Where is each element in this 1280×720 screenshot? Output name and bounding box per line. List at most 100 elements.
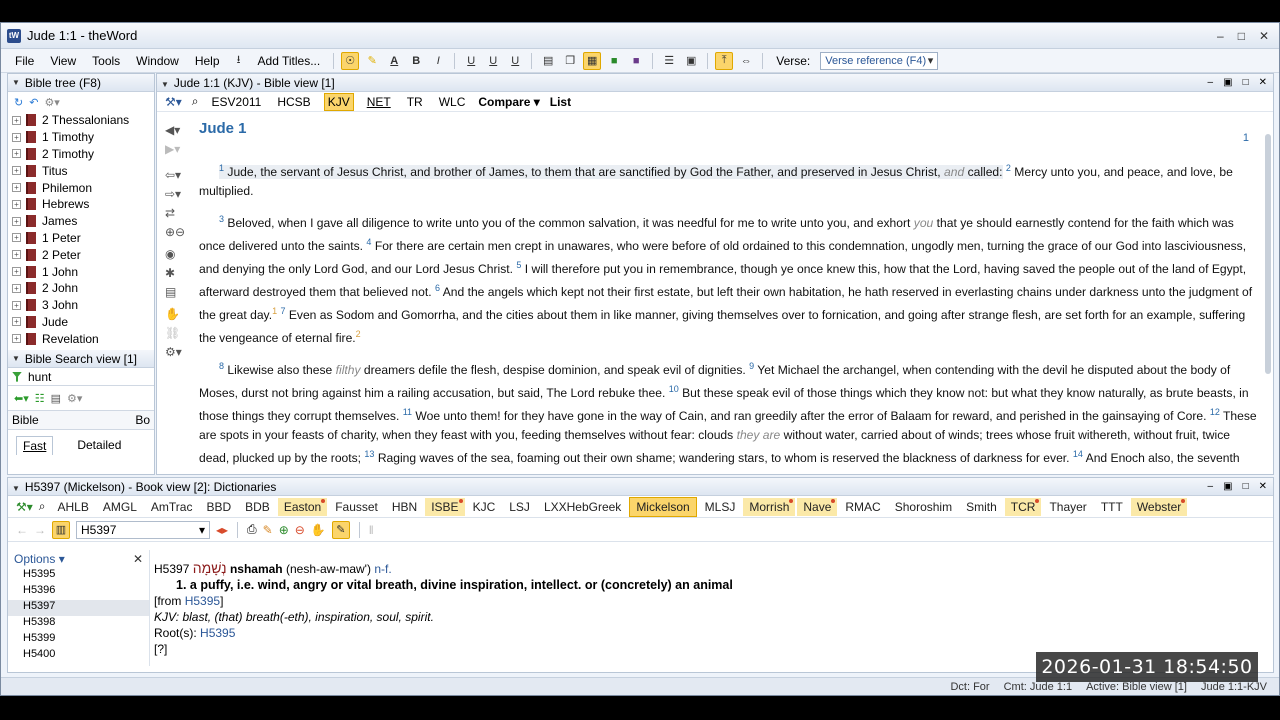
highlight-icon[interactable]: ✎ <box>331 520 350 539</box>
menu-file[interactable]: File <box>9 52 40 70</box>
verse-7[interactable]: Even as Sodom and Gomorrha, and the citi… <box>199 308 1245 345</box>
bible-text[interactable]: Jude 1 1 Jude, the servant of Jesus Chri… <box>199 120 1259 470</box>
options-icon[interactable]: ⚙▾ <box>67 392 82 405</box>
verse-reference-combo[interactable]: Verse reference (F4) ▾ <box>820 51 939 70</box>
search-icon[interactable]: ⌕ <box>39 499 50 514</box>
add-titles-button[interactable]: Add Titles... <box>252 52 327 70</box>
topic-nav-icon[interactable]: ◂▸ <box>216 523 228 537</box>
eye-icon[interactable]: ◉ <box>159 247 191 265</box>
expand-icon[interactable]: + <box>12 317 21 327</box>
vertical-scrollbar[interactable] <box>1265 134 1271 374</box>
edit-icon[interactable]: ✎ <box>263 523 273 537</box>
dict-tab-bbd[interactable]: BBD <box>200 498 237 516</box>
maximize-icon[interactable]: □ <box>1243 481 1249 492</box>
minimize-icon[interactable]: – <box>1208 481 1214 492</box>
dict-tab-smith[interactable]: Smith <box>960 498 1003 516</box>
zoom-in-icon[interactable]: ⊕ <box>279 523 289 537</box>
tree-icon[interactable]: ☷ <box>35 392 45 405</box>
gear-icon[interactable]: ⚙▾ <box>159 345 191 363</box>
scroll-top-icon[interactable]: ⤒ <box>715 51 734 70</box>
bookmark-green-icon[interactable]: ■ <box>605 52 623 70</box>
expand-icon[interactable]: + <box>12 166 21 176</box>
dict-tab-fausset[interactable]: Fausset <box>329 498 384 516</box>
menu-window[interactable]: Window <box>130 52 185 70</box>
pause-icon[interactable]: ‖ <box>369 523 374 537</box>
dict-tab-amgl[interactable]: AMGL <box>97 498 143 516</box>
restore-icon[interactable]: ▣ <box>1223 77 1232 88</box>
tree-item-book[interactable]: + Titus <box>8 162 154 179</box>
minimize-icon[interactable]: – <box>1208 77 1214 88</box>
dict-tab-thayer[interactable]: Thayer <box>1043 498 1092 516</box>
zoom-icon[interactable]: ⊕⊖ <box>159 225 191 243</box>
dict-tab-webster[interactable]: Webster <box>1130 497 1188 516</box>
verse-3[interactable]: Beloved, when I gave all diligence to wr… <box>227 216 910 230</box>
italic-button[interactable]: I <box>429 52 447 70</box>
tree-item-book[interactable]: + Revelation <box>8 330 154 347</box>
undo-icon[interactable]: ↶ <box>29 96 38 109</box>
sync-icon[interactable]: ▦ <box>583 51 602 70</box>
copy-icon[interactable]: ❐ <box>561 52 579 70</box>
column-bible[interactable]: Bible <box>12 413 39 427</box>
next-chapter-icon[interactable]: ⇨▾ <box>159 187 191 205</box>
dict-tab-tcr[interactable]: TCR <box>1004 497 1042 516</box>
dict-tab-hbn[interactable]: HBN <box>386 498 423 516</box>
collapse-icon[interactable]: ▼ <box>12 354 20 363</box>
dict-tab-rmac[interactable]: RMAC <box>839 498 886 516</box>
settings-icon[interactable]: ⚙▾ <box>44 96 59 109</box>
expand-icon[interactable]: + <box>12 149 21 159</box>
layout-icon[interactable]: ▤ <box>539 52 557 70</box>
highlighter-icon[interactable]: ✎ <box>363 52 381 70</box>
translation-kjv[interactable]: KJV <box>323 92 354 111</box>
translation-wlc[interactable]: WLC <box>436 94 469 110</box>
dict-tab-bdb[interactable]: BDB <box>239 498 276 516</box>
expand-icon[interactable]: + <box>12 250 21 260</box>
book-icon[interactable]: ▥ <box>52 520 70 539</box>
dict-tab-easton[interactable]: Easton <box>277 497 328 516</box>
tab-fast[interactable]: Fast <box>16 436 54 456</box>
collapse-icon[interactable]: ▼ <box>12 484 20 493</box>
tree-item-book[interactable]: + Philemon <box>8 179 154 196</box>
maximize-icon[interactable]: □ <box>1238 29 1245 43</box>
topic-item[interactable]: H5400 <box>8 648 149 664</box>
bible-search-header[interactable]: ▼ Bible Search view [1] <box>8 350 154 369</box>
menu-view[interactable]: View <box>44 52 82 70</box>
filter-icon[interactable] <box>12 371 22 382</box>
bookmark-purple-icon[interactable]: ■ <box>627 52 645 70</box>
dict-tab-ttt[interactable]: TTT <box>1095 498 1129 516</box>
back-arrow-icon[interactable]: ← <box>16 523 28 537</box>
dict-tab-mlsj[interactable]: MLSJ <box>699 498 742 516</box>
column-book[interactable]: Bo <box>135 413 150 427</box>
font-color-icon[interactable]: A <box>385 52 403 70</box>
hand-icon[interactable]: ✋ <box>311 523 326 537</box>
options-dropdown[interactable]: Options ▾ <box>14 552 65 566</box>
close-icon[interactable]: ✕ <box>133 552 143 566</box>
tree-item-book[interactable]: +1 Peter <box>8 230 154 247</box>
close-icon[interactable]: ✕ <box>1259 77 1267 88</box>
tree-item-book[interactable]: +1 Timothy <box>8 129 154 146</box>
dict-tab-isbe[interactable]: ISBE <box>425 497 465 516</box>
verse-1[interactable]: 1 Jude, the servant of Jesus Christ, and… <box>219 163 1003 179</box>
prev-chapter-icon[interactable]: ⇦▾ <box>159 168 191 186</box>
footnote-marker[interactable]: 2 <box>356 329 361 339</box>
compare-button[interactable]: Compare ▾ <box>478 95 539 109</box>
forward-icon[interactable]: ▶▾ <box>159 142 191 160</box>
dictionary-topic-input[interactable]: H5397 ▾ <box>76 520 210 539</box>
dict-tab-kjc[interactable]: KJC <box>467 498 502 516</box>
from-ref-link[interactable]: H5395 <box>185 594 220 608</box>
dict-tab-morrish[interactable]: Morrish <box>743 497 796 516</box>
translation-esv2011[interactable]: ESV2011 <box>209 94 265 110</box>
verse-11[interactable]: Woe unto them! for they have gone in the… <box>415 409 1206 423</box>
underline3-icon[interactable]: U <box>506 52 524 70</box>
expand-icon[interactable]: + <box>12 300 21 310</box>
search-icon[interactable]: ⌕ <box>192 94 199 109</box>
asterisk-icon[interactable]: ✱ <box>159 266 191 284</box>
link-icon[interactable]: ☉ <box>341 51 360 70</box>
expand-icon[interactable]: + <box>12 283 21 293</box>
list-button[interactable]: List <box>550 95 571 109</box>
swap-icon[interactable]: ⇄ <box>159 206 191 224</box>
tree-item-book[interactable]: +2 Thessalonians <box>8 112 154 129</box>
tree-item-book[interactable]: +2 Timothy <box>8 146 154 163</box>
translation-tr[interactable]: TR <box>404 94 426 110</box>
zoom-out-icon[interactable]: ⊖ <box>295 523 305 537</box>
collapse-icon[interactable]: ▼ <box>161 80 169 89</box>
